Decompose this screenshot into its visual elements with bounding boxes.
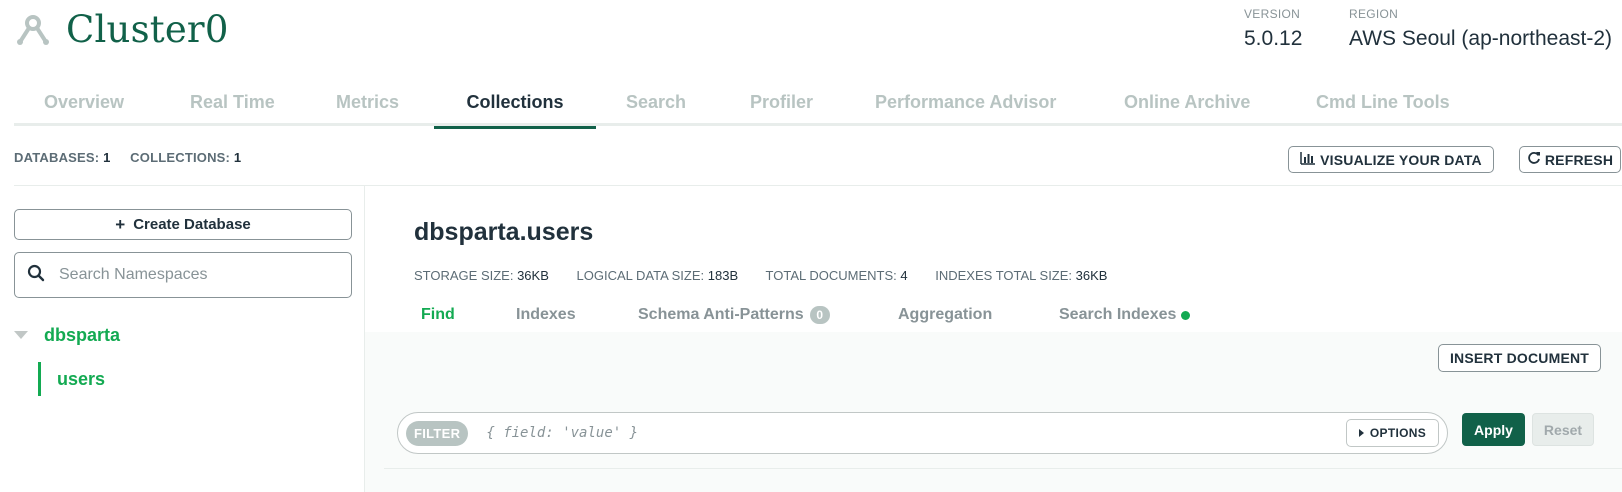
indexes-size-value: 36KB xyxy=(1075,268,1108,283)
tab-online-archive[interactable]: Online Archive xyxy=(1124,84,1250,126)
cluster-tabs: Overview Real Time Metrics Collections S… xyxy=(14,84,1622,129)
collection-stats: STORAGE SIZE: 36KB LOGICAL DATA SIZE: 18… xyxy=(414,268,1131,283)
collections-count: 1 xyxy=(233,150,242,165)
visualize-data-label: VISUALIZE YOUR DATA xyxy=(1320,151,1482,168)
tab-aggregation[interactable]: Aggregation xyxy=(898,306,992,324)
reset-button[interactable]: Reset xyxy=(1532,413,1594,446)
tab-indexes[interactable]: Indexes xyxy=(516,306,576,324)
total-documents-value: 4 xyxy=(900,268,908,283)
database-name: dbsparta xyxy=(44,324,121,345)
tab-schema-anti-patterns[interactable]: Schema Anti-Patterns 0 xyxy=(638,306,830,324)
tab-real-time[interactable]: Real Time xyxy=(190,84,275,126)
region-label: REGION xyxy=(1349,7,1399,21)
version-label: VERSION xyxy=(1244,7,1301,21)
insert-document-button[interactable]: INSERT DOCUMENT xyxy=(1438,344,1601,372)
apply-button[interactable]: Apply xyxy=(1462,413,1525,446)
region-value: AWS Seoul (ap-northeast-2) xyxy=(1349,27,1613,50)
header-divider xyxy=(14,185,1622,186)
filter-label: FILTER xyxy=(406,420,469,446)
filter-input[interactable] xyxy=(486,425,1346,441)
caret-down-icon[interactable] xyxy=(14,331,28,339)
bar-chart-icon xyxy=(1300,151,1316,168)
region-block: REGION AWS Seoul (ap-northeast-2) xyxy=(1349,7,1612,51)
search-namespaces-input[interactable] xyxy=(59,266,329,284)
refresh-button[interactable]: REFRESH xyxy=(1519,146,1621,173)
tab-performance-advisor[interactable]: Performance Advisor xyxy=(875,84,1056,126)
tab-search[interactable]: Search xyxy=(626,84,686,126)
databases-count: 1 xyxy=(103,150,111,165)
logical-size-label: LOGICAL DATA SIZE: xyxy=(576,268,705,283)
tab-search-indexes-label: Search Indexes xyxy=(1059,306,1177,323)
cluster-icon xyxy=(14,14,52,46)
create-database-button[interactable]: + Create Database xyxy=(14,209,352,240)
namespace-title: dbsparta.users xyxy=(414,218,594,246)
search-icon xyxy=(27,264,45,287)
version-value: 5.0.12 xyxy=(1244,27,1303,50)
filter-bar: FILTER OPTIONS xyxy=(397,412,1448,454)
tab-find-label: Find xyxy=(421,306,455,323)
version-block: VERSION 5.0.12 xyxy=(1244,7,1302,51)
logical-size-value: 183B xyxy=(707,268,739,283)
tab-aggregation-label: Aggregation xyxy=(898,306,993,323)
tab-profiler[interactable]: Profiler xyxy=(750,84,813,126)
refresh-label: REFRESH xyxy=(1544,151,1614,168)
total-documents-label: TOTAL DOCUMENTS: xyxy=(765,268,897,283)
tab-schema-label: Schema Anti-Patterns xyxy=(638,306,804,323)
indexes-size-label: INDEXES TOTAL SIZE: xyxy=(935,268,1073,283)
schema-count-badge: 0 xyxy=(809,306,830,324)
results-divider xyxy=(384,468,1622,469)
namespace-counts: DATABASES: 1 COLLECTIONS: 1 xyxy=(14,150,241,165)
sidebar-item-collection[interactable]: users xyxy=(38,362,105,396)
storage-size-value: 36KB xyxy=(517,268,549,283)
status-dot-icon xyxy=(1181,310,1191,320)
storage-size-label: STORAGE SIZE: xyxy=(414,268,514,283)
plus-icon: + xyxy=(115,215,126,234)
refresh-icon xyxy=(1527,151,1541,168)
caret-right-icon xyxy=(1358,429,1364,437)
options-label: OPTIONS xyxy=(1369,426,1426,440)
tab-find[interactable]: Find xyxy=(421,306,455,324)
options-button[interactable]: OPTIONS xyxy=(1345,419,1439,447)
tab-metrics[interactable]: Metrics xyxy=(336,84,399,126)
tab-collections[interactable]: Collections xyxy=(434,84,596,129)
create-database-label: Create Database xyxy=(133,216,251,233)
databases-label: DATABASES: xyxy=(14,150,100,165)
sidebar-item-database[interactable]: dbsparta xyxy=(14,322,120,348)
tab-indexes-label: Indexes xyxy=(516,306,576,323)
tab-overview[interactable]: Overview xyxy=(44,84,124,126)
cluster-name: Cluster0 xyxy=(66,8,229,51)
collections-label: COLLECTIONS: xyxy=(130,150,231,165)
tab-search-indexes[interactable]: Search Indexes xyxy=(1059,306,1191,324)
namespace-search xyxy=(14,252,352,298)
visualize-data-button[interactable]: VISUALIZE YOUR DATA xyxy=(1288,146,1494,173)
collection-name: users xyxy=(57,368,106,389)
tab-cmd-line-tools[interactable]: Cmd Line Tools xyxy=(1316,84,1450,126)
